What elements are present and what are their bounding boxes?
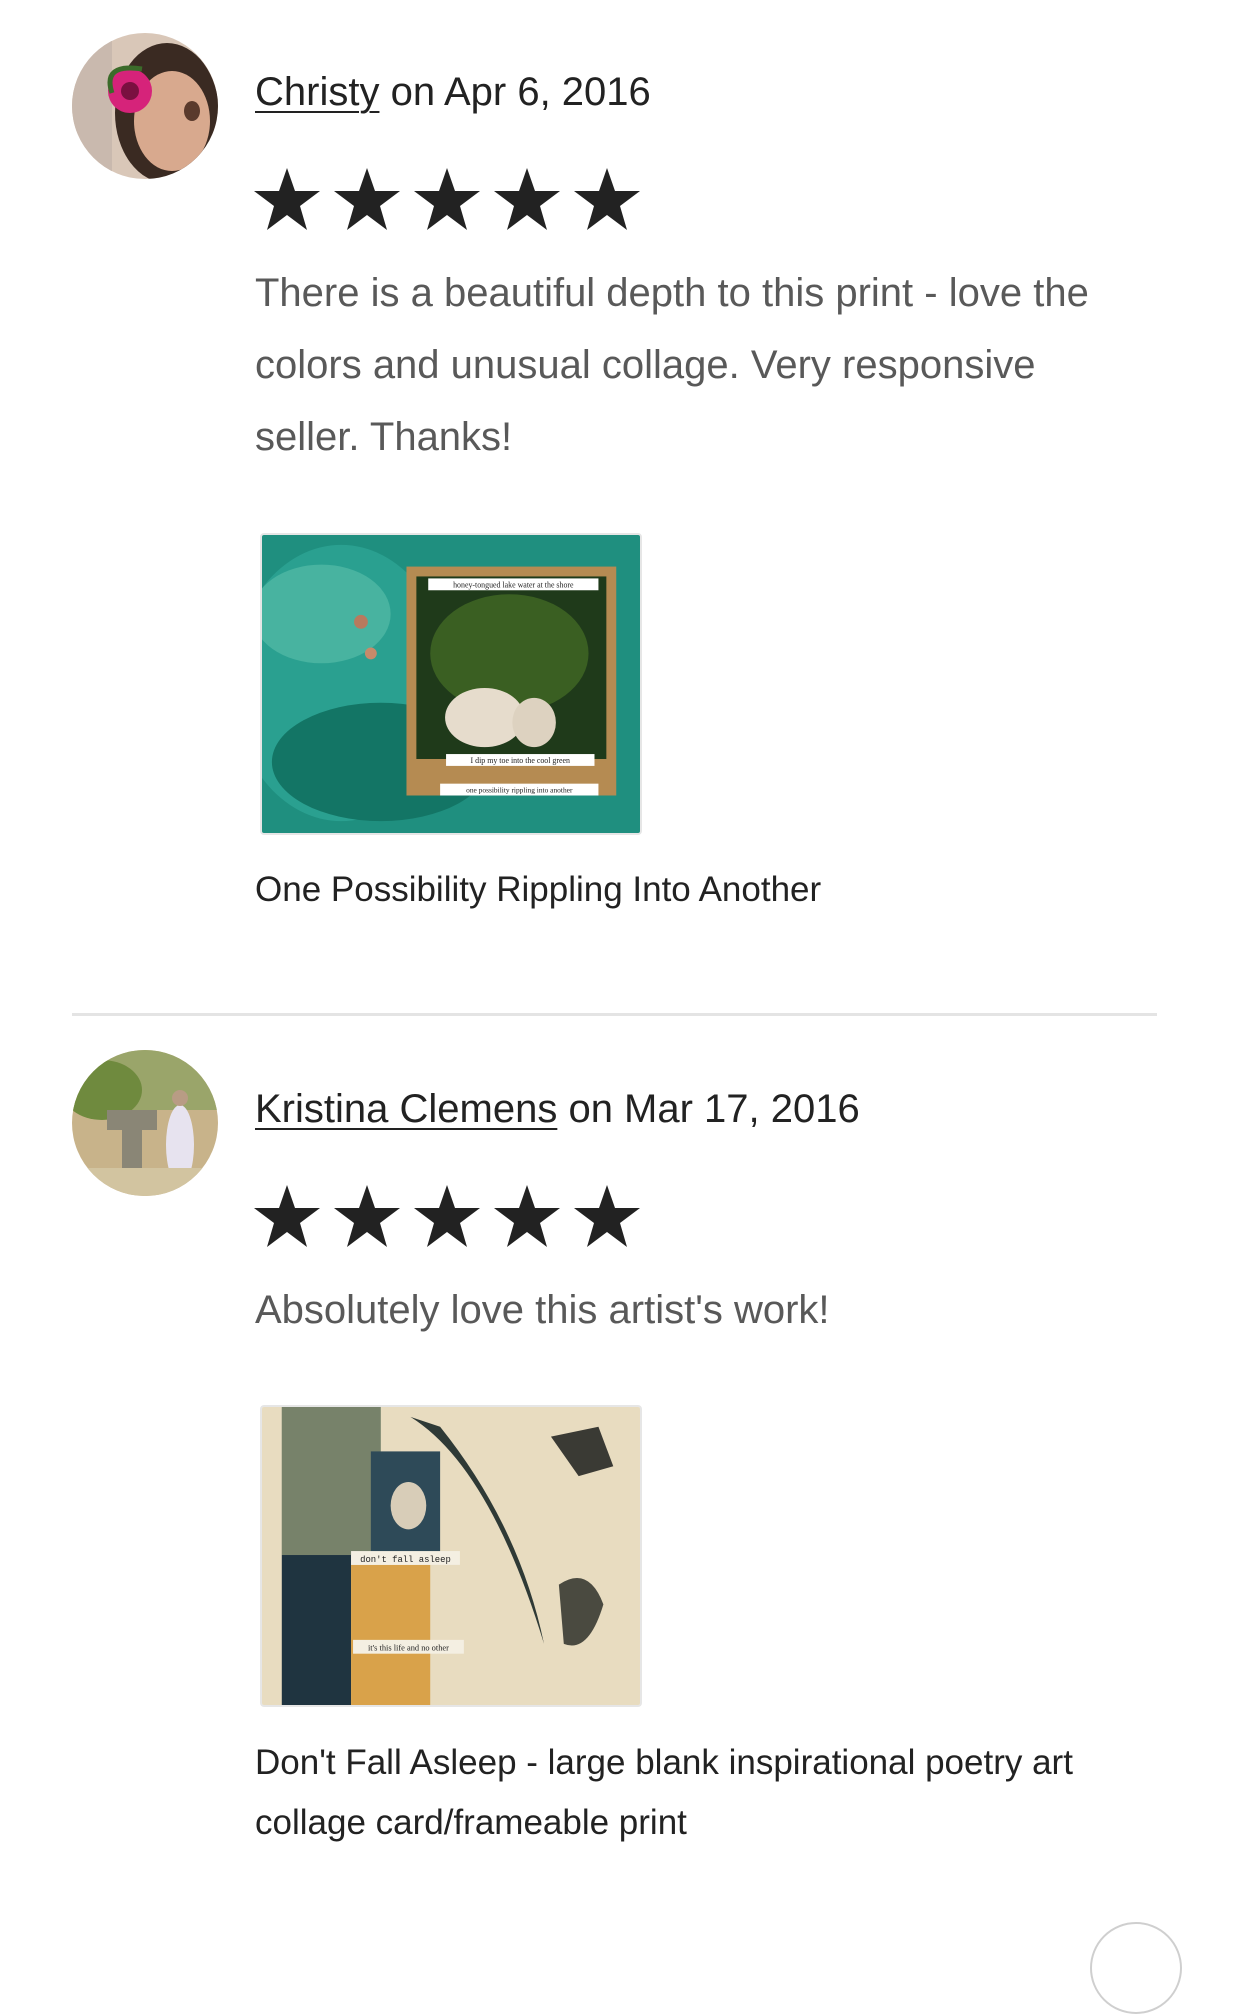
star-rating [253,164,653,236]
star-icon [334,1185,400,1247]
star-rating [253,1181,653,1253]
star-icon [334,168,400,230]
star-icon [414,1185,480,1247]
star-icon [254,168,320,230]
image-caption: I dip my toe into the cool green [471,756,570,765]
reviewer-avatar[interactable] [72,1050,218,1196]
reviewer-avatar[interactable] [72,33,218,179]
item-title-link[interactable]: Don't Fall Asleep - large blank inspirat… [255,1733,1155,1853]
image-caption: one possibility rippling into another [466,786,573,795]
star-icon [494,1185,560,1247]
reviewer-name-link[interactable]: Christy [255,70,379,114]
star-icon [494,168,560,230]
item-title-link[interactable]: One Possibility Rippling Into Another [255,860,1155,920]
image-caption: don't fall asleep [360,1555,451,1565]
item-thumbnail[interactable]: honey-tongued lake water at the shore I … [260,533,642,835]
reviewer-name-link[interactable]: Kristina Clemens [255,1087,557,1131]
review-text: Absolutely love this artist's work! [255,1288,830,1332]
review-text: There is a beautiful depth to this print… [255,271,1089,459]
review-divider [72,1013,1157,1016]
review-header: Christy on Apr 6, 2016 [255,70,651,115]
star-icon [414,168,480,230]
review-date: on Mar 17, 2016 [557,1087,860,1131]
image-caption: honey-tongued lake water at the shore [453,580,574,589]
scroll-to-top-button[interactable] [1090,1922,1182,2014]
star-icon [574,1185,640,1247]
item-thumbnail[interactable]: don't fall asleep it's this life and no … [260,1405,642,1707]
review-date: on Apr 6, 2016 [379,70,651,114]
image-caption: it's this life and no other [368,1644,449,1653]
star-icon [574,168,640,230]
review-header: Kristina Clemens on Mar 17, 2016 [255,1087,860,1132]
star-icon [254,1185,320,1247]
